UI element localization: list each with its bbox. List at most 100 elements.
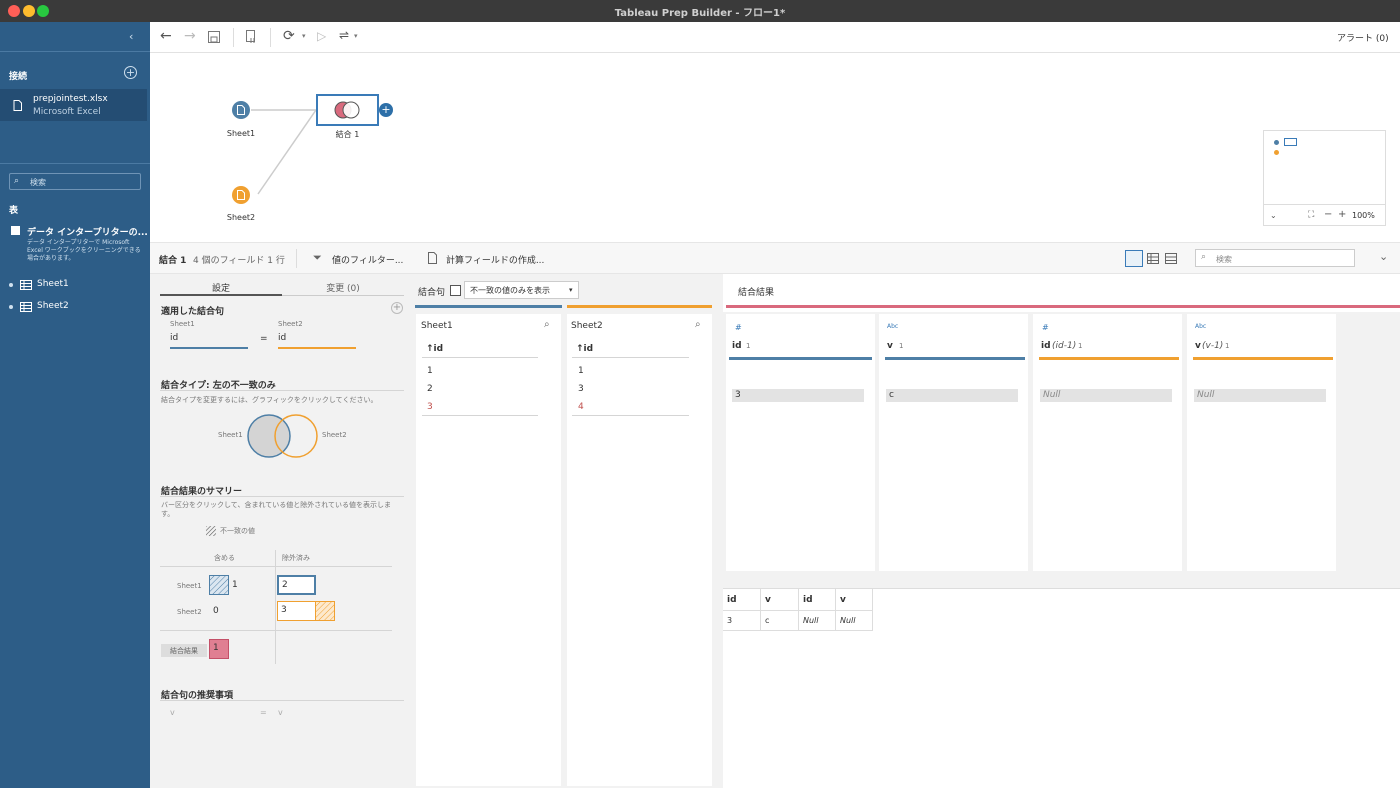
title-bar: Tableau Prep Builder - フロー1*	[0, 0, 1400, 22]
recommended-right-field[interactable]: v	[278, 708, 283, 717]
grid-cell[interactable]: c	[765, 616, 769, 625]
sheet1-card-title: Sheet1	[421, 321, 453, 331]
number-type-icon[interactable]: #	[735, 323, 742, 332]
right-join-field[interactable]: id	[278, 333, 356, 349]
interpreter-checkbox[interactable]	[11, 226, 20, 235]
equals-operator[interactable]: =	[260, 334, 268, 344]
null-value-bar[interactable]: Null	[1040, 389, 1172, 402]
value-bar[interactable]: c	[886, 389, 1018, 402]
search-icon[interactable]: ⌕	[544, 319, 550, 330]
zoom-out-icon[interactable]: −	[1324, 209, 1332, 220]
field-card-v[interactable]: Abc v 1 c	[879, 314, 1028, 571]
alerts-button[interactable]: アラート (0)	[1337, 31, 1389, 44]
search-input[interactable]: ⌕ 検索	[9, 173, 141, 190]
table-item-sheet2[interactable]: Sheet2	[9, 301, 149, 315]
sheet1-included-bar[interactable]	[209, 575, 229, 595]
sheet2-mismatch-bar[interactable]	[315, 601, 335, 621]
add-step-button[interactable]: +	[379, 103, 393, 117]
tab-changes[interactable]: 変更 (0)	[282, 279, 404, 296]
search-icon[interactable]: ⌕	[695, 319, 701, 330]
join-type-venn[interactable]	[245, 413, 320, 461]
create-calculated-field-button[interactable]: 計算フィールドの作成...	[446, 253, 544, 266]
refresh-icon[interactable]: ⟳	[283, 28, 295, 44]
mismatch-value-cell[interactable]: 3	[427, 402, 433, 412]
sheet2-column-card: Sheet2 ⌕ ↑id 1 3 4	[567, 314, 712, 786]
connection-name: prepjointest.xlsx	[33, 94, 108, 104]
grid-header[interactable]: v	[840, 595, 846, 605]
sheet1-excluded-bar[interactable]: 2	[277, 575, 316, 595]
hatch-legend-icon	[206, 526, 216, 536]
field-name[interactable]: ↑id	[426, 344, 443, 354]
sheet1-input-node[interactable]	[232, 101, 250, 119]
number-type-icon[interactable]: #	[1042, 323, 1049, 332]
grid-cell[interactable]: 3	[727, 616, 732, 625]
string-type-icon[interactable]: Abc	[887, 323, 898, 330]
flow-canvas[interactable]: Sheet1 Sheet2 + 結合 1 ⌄ ⛶ − + 100%	[150, 53, 1400, 242]
collapse-sidebar-icon[interactable]: ‹	[129, 30, 133, 43]
field-name[interactable]: v	[887, 341, 893, 351]
tab-settings[interactable]: 設定	[160, 279, 282, 296]
table-item-sheet1[interactable]: Sheet1	[9, 279, 149, 293]
sheet2-excluded-bar[interactable]: 3	[277, 601, 316, 621]
file-icon	[13, 100, 22, 111]
grid-view-icon[interactable]	[1147, 253, 1159, 264]
collapse-pane-icon[interactable]: ⌄	[1379, 250, 1388, 263]
minimap-toggle-icon[interactable]: ⌄	[1270, 211, 1277, 220]
refresh-dropdown-icon[interactable]: ▾	[302, 32, 306, 40]
save-icon[interactable]	[208, 31, 220, 43]
add-connection-button[interactable]: +	[124, 66, 137, 79]
back-icon[interactable]: ←	[160, 28, 172, 44]
join-type-description: 結合タイプを変更するには、グラフィックをクリックしてください。	[161, 396, 378, 404]
field-name[interactable]: id	[732, 341, 742, 351]
applied-clause-title: 適用した結合句	[161, 307, 225, 317]
recommended-left-field[interactable]: v	[170, 708, 175, 717]
zoom-in-icon[interactable]: +	[1338, 209, 1346, 220]
value-cell[interactable]: 3	[578, 384, 584, 394]
mismatch-value-cell[interactable]: 4	[578, 402, 584, 412]
field-card-v-1[interactable]: Abc v (v-1) 1 Null	[1187, 314, 1336, 571]
mismatch-legend: 不一致の値	[220, 527, 255, 535]
connection-item[interactable]: prepjointest.xlsx Microsoft Excel	[0, 89, 147, 121]
list-view-icon[interactable]	[1165, 253, 1177, 264]
run-icon[interactable]: ▷	[317, 29, 326, 43]
string-type-icon[interactable]: Abc	[1195, 323, 1206, 330]
mismatch-checkbox[interactable]	[450, 285, 461, 296]
minimap[interactable]: ⌄ ⛶ − + 100%	[1263, 130, 1386, 226]
included-column-header: 含める	[214, 554, 235, 562]
grid-header[interactable]: id	[803, 595, 813, 605]
join-result-bar[interactable]: 1	[209, 639, 229, 659]
field-search-input[interactable]: ⌕ 検索	[1195, 249, 1355, 267]
grid-cell[interactable]: Null	[803, 616, 819, 625]
null-value-bar[interactable]: Null	[1194, 389, 1326, 402]
field-name[interactable]: ↑id	[576, 344, 593, 354]
step-name[interactable]: 結合 1	[159, 253, 186, 266]
filter-values-button[interactable]: 値のフィルター...	[332, 253, 403, 266]
filter-icon[interactable]: ⏷	[313, 251, 322, 265]
value-bar[interactable]: 3	[732, 389, 864, 402]
sheet2-input-node[interactable]	[232, 186, 250, 204]
field-name[interactable]: id	[1041, 341, 1051, 351]
run-options-dropdown-icon[interactable]: ▾	[354, 32, 358, 40]
run-options-icon[interactable]: ⇌	[339, 28, 349, 42]
add-clause-button[interactable]: +	[391, 302, 403, 314]
join-node[interactable]	[316, 94, 379, 126]
value-cell[interactable]: 1	[578, 366, 584, 376]
excluded-column-header: 除外済み	[282, 554, 310, 562]
profile-view-icon[interactable]	[1125, 250, 1143, 267]
field-name[interactable]: v	[1195, 341, 1201, 351]
mismatch-dropdown[interactable]: 不一致の値のみを表示 ▾	[464, 281, 579, 299]
field-card-id-1[interactable]: # id (id-1) 1 Null	[1033, 314, 1182, 571]
grid-header[interactable]: id	[727, 595, 737, 605]
interpreter-title: データ インタープリターの...	[27, 228, 148, 238]
result-row-label: 結合結果	[161, 644, 207, 657]
fit-icon[interactable]: ⛶	[1308, 210, 1314, 220]
forward-icon[interactable]: →	[184, 28, 196, 44]
grid-cell[interactable]: Null	[840, 616, 856, 625]
calculated-field-icon[interactable]	[428, 252, 438, 264]
pause-updates-icon[interactable]	[246, 30, 257, 44]
grid-header[interactable]: v	[765, 595, 771, 605]
left-join-field[interactable]: id	[170, 333, 248, 349]
value-cell[interactable]: 2	[427, 384, 433, 394]
value-cell[interactable]: 1	[427, 366, 433, 376]
field-card-id[interactable]: # id 1 3	[726, 314, 875, 571]
